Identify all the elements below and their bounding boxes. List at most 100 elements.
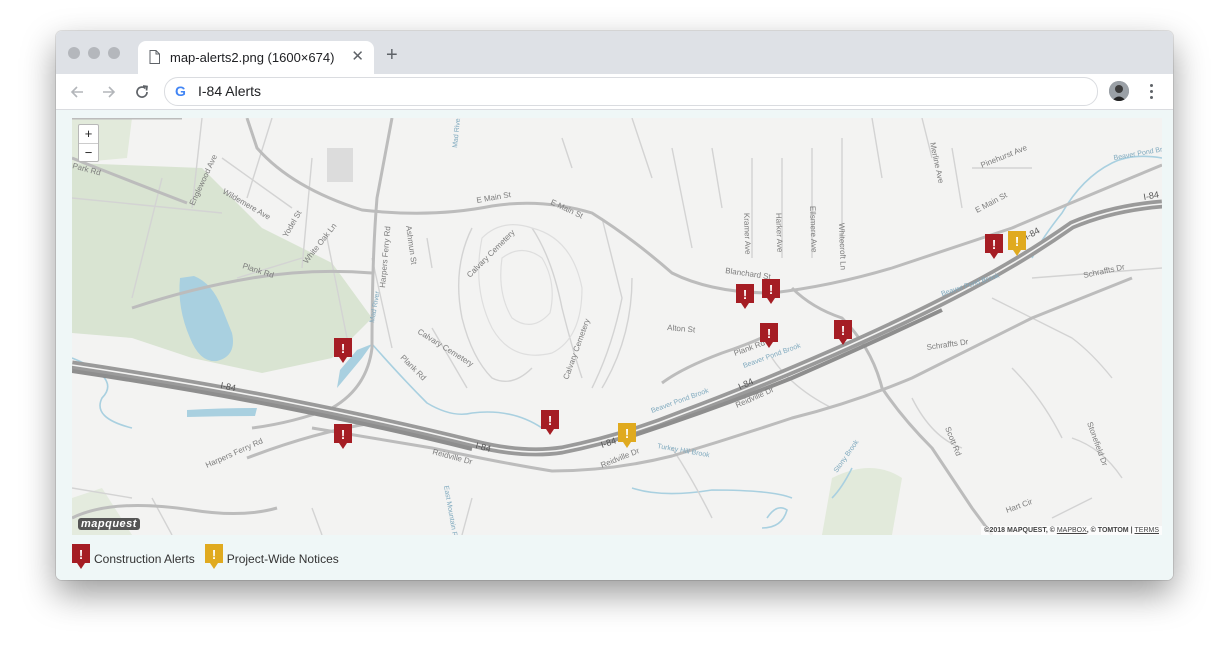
back-button[interactable] (66, 81, 88, 103)
terms-link[interactable]: TERMS (1135, 527, 1160, 534)
project-notice-icon: ! (204, 543, 223, 575)
street-label: Englewood Ave (188, 153, 220, 207)
browser-window: map-alerts2.png (1600×674) ✕ + G I-84 Al… (56, 31, 1173, 580)
page-content: E Main St E Main St E Main St Harpers Fe… (56, 110, 1173, 580)
project-notice-marker[interactable]: ! (618, 423, 636, 449)
profile-avatar[interactable] (1109, 81, 1129, 101)
address-bar[interactable]: G I-84 Alerts (164, 77, 1098, 106)
close-window-button[interactable] (68, 47, 80, 59)
street-label: Schraffts Dr (926, 337, 969, 352)
street-label: Ellsmere Ave (808, 206, 819, 253)
document-icon (149, 50, 160, 64)
map-view[interactable]: E Main St E Main St E Main St Harpers Fe… (72, 118, 1162, 535)
svg-text:!: ! (79, 547, 83, 562)
svg-text:!: ! (743, 287, 747, 302)
street-label: Plank Rd (241, 261, 275, 280)
street-label: Kramer Ave (742, 213, 752, 255)
svg-text:!: ! (767, 326, 771, 341)
construction-alert-marker[interactable]: ! (985, 234, 1003, 260)
highway-label: I-84 (1143, 189, 1160, 202)
stream-label: Mad River Rd (452, 118, 463, 148)
construction-alert-marker[interactable]: ! (334, 338, 352, 364)
street-label: Harpers Ferry Rd (378, 226, 392, 288)
profile-photo-icon (1109, 81, 1129, 101)
svg-text:!: ! (341, 427, 345, 442)
attribution-copyright: ©2018 MAPQUEST, © (984, 527, 1057, 534)
stream-label: Beaver Pond Brook (1113, 144, 1162, 162)
tab-strip: map-alerts2.png (1600×674) ✕ + (56, 31, 1173, 74)
legend-construction-label: Construction Alerts (94, 552, 195, 566)
street-label: Reidville Dr (599, 446, 641, 470)
forward-button[interactable] (98, 81, 120, 103)
reload-icon (136, 85, 148, 98)
google-icon: G (175, 83, 186, 99)
svg-text:!: ! (212, 547, 216, 562)
stream-label: East Mountain Rd (442, 485, 459, 535)
construction-alert-marker[interactable]: ! (541, 410, 559, 436)
browser-tab[interactable]: map-alerts2.png (1600×674) ✕ (138, 41, 374, 74)
legend-construction: ! Construction Alerts (72, 543, 195, 575)
stream-label: Stony Brook (833, 438, 861, 474)
map-attribution: ©2018 MAPQUEST, © MAPBOX, © TOMTOM | TER… (981, 526, 1162, 535)
maximize-window-button[interactable] (108, 47, 120, 59)
zoom-control: + − (78, 124, 99, 162)
street-label: Hart Cir (1005, 497, 1034, 515)
street-label: Calvary Cemetery (465, 228, 517, 280)
highway-label: I-84 (600, 436, 618, 450)
svg-text:!: ! (769, 282, 773, 297)
new-tab-button[interactable]: + (386, 45, 398, 65)
address-bar-text[interactable]: I-84 Alerts (198, 83, 261, 99)
street-label: White Oak Ln (301, 221, 338, 265)
svg-text:!: ! (992, 237, 996, 252)
street-label: Schraffts Dr (1083, 262, 1126, 280)
zoom-out-button[interactable]: − (79, 144, 98, 162)
project-notice-marker[interactable]: ! (1008, 231, 1026, 257)
street-label: E Main St (549, 198, 585, 221)
highway-label: I-84 (737, 376, 755, 392)
street-label: Calvary Cemetery (416, 327, 475, 369)
highway-label: I-84 (474, 440, 492, 454)
minimize-window-button[interactable] (88, 47, 100, 59)
street-labels: E Main St E Main St E Main St Harpers Fe… (72, 118, 1162, 535)
street-label: Scott Rd (943, 425, 963, 457)
construction-alert-marker[interactable]: ! (736, 284, 754, 310)
construction-alert-icon: ! (72, 543, 90, 575)
stream-label: Beaver Pond Brook (650, 387, 710, 415)
street-label: Harker Ave (774, 213, 784, 253)
stream-label: Turkey Hill Brook (657, 443, 711, 459)
legend-project: ! Project-Wide Notices (204, 543, 339, 575)
construction-alert-marker[interactable]: ! (760, 323, 778, 349)
mapbox-link[interactable]: MAPBOX (1057, 527, 1087, 534)
stream-label: Mad River (369, 290, 382, 323)
svg-text:!: ! (341, 341, 345, 356)
tab-title: map-alerts2.png (1600×674) (170, 50, 335, 65)
highway-label: I-84 (220, 380, 237, 393)
street-label: Wildemere Ave (221, 187, 272, 222)
browser-toolbar: G I-84 Alerts (56, 74, 1173, 110)
street-label: E Main St (974, 190, 1010, 215)
street-label: Merline Ave (928, 142, 946, 185)
tab-close-icon[interactable]: ✕ (351, 47, 364, 65)
street-label: Ashmun St (404, 225, 418, 266)
mapquest-logo: mapquest (78, 518, 140, 530)
reload-button[interactable] (131, 81, 153, 103)
construction-alert-marker[interactable]: ! (334, 424, 352, 450)
street-label: Plank Rd (399, 353, 428, 382)
attribution-tomtom: , © TOMTOM | (1086, 527, 1135, 534)
construction-alert-marker[interactable]: ! (762, 279, 780, 305)
construction-alert-marker[interactable]: ! (834, 320, 852, 346)
arrow-left-icon (70, 86, 83, 98)
street-label: Park Rd (72, 161, 102, 177)
arrow-right-icon (103, 86, 116, 98)
street-label: Pinehurst Ave (979, 143, 1029, 170)
svg-text:!: ! (1015, 234, 1019, 249)
street-label: Reidville Dr (431, 447, 473, 466)
browser-menu-button[interactable] (1143, 81, 1159, 101)
svg-text:!: ! (625, 426, 629, 441)
stream-label: Beaver Pond Brook (940, 272, 1000, 298)
street-label: Stonefield Dr (1085, 421, 1109, 468)
zoom-in-button[interactable]: + (79, 125, 98, 144)
street-label: Calvary Cemetery (561, 317, 591, 380)
street-label: Whitecroft Ln (837, 223, 848, 270)
street-label: Yodel St (281, 208, 304, 239)
